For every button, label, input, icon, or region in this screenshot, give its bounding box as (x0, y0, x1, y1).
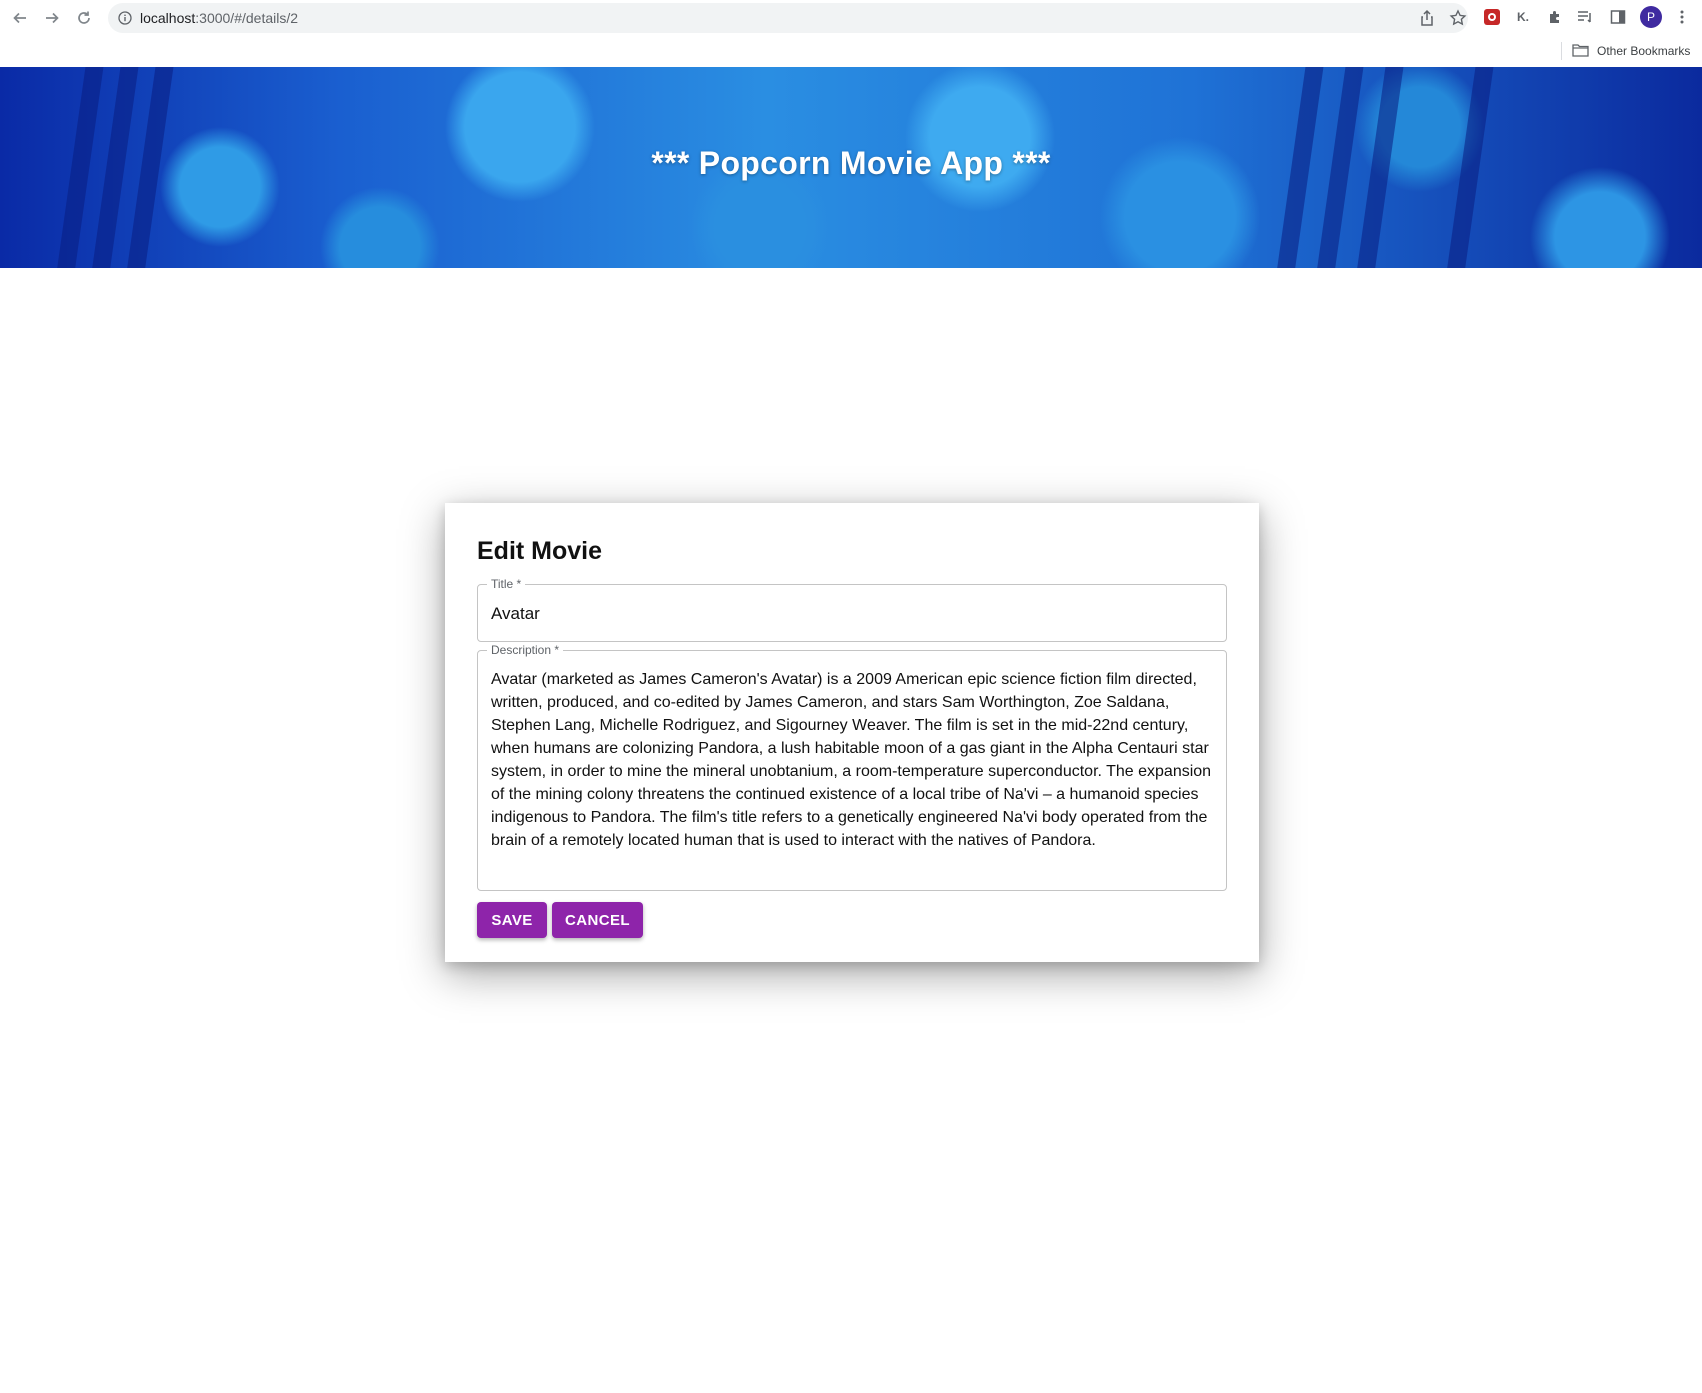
bookmarks-bar: Other Bookmarks (0, 36, 1702, 67)
bookmark-star-icon[interactable] (1449, 9, 1467, 27)
description-input[interactable]: Avatar (marketed as James Cameron's Avat… (491, 668, 1219, 878)
reload-icon[interactable] (72, 6, 96, 30)
profile-avatar[interactable]: P (1640, 6, 1662, 28)
side-panel-icon[interactable] (1608, 7, 1628, 27)
site-info-icon[interactable] (118, 11, 132, 25)
app-title: *** Popcorn Movie App *** (651, 145, 1051, 181)
share-icon[interactable] (1418, 9, 1436, 27)
extension-k-icon[interactable]: K. (1513, 7, 1533, 27)
url-path: :3000/#/details/2 (195, 10, 299, 26)
extensions-puzzle-icon[interactable] (1545, 7, 1565, 27)
back-icon[interactable] (8, 6, 32, 30)
reading-list-icon[interactable] (1576, 7, 1596, 27)
browser-menu-icon[interactable] (1672, 7, 1692, 27)
title-input[interactable] (491, 604, 1191, 624)
url-text: localhost:3000/#/details/2 (140, 10, 298, 26)
other-bookmarks[interactable]: Other Bookmarks (1572, 40, 1690, 62)
forward-icon[interactable] (40, 6, 64, 30)
bookmarks-separator (1561, 42, 1562, 60)
other-bookmarks-label: Other Bookmarks (1597, 44, 1691, 58)
browser-toolbar: localhost:3000/#/details/2 K. P (0, 0, 1702, 36)
description-label: Description * (491, 643, 560, 657)
title-label: Title * (491, 577, 522, 591)
address-bar[interactable]: localhost:3000/#/details/2 (108, 3, 1468, 33)
description-field: Description * Avatar (marketed as James … (477, 644, 1227, 891)
url-host: localhost (140, 10, 196, 26)
form-heading: Edit Movie (477, 537, 603, 565)
extension-red-icon[interactable] (1482, 7, 1502, 27)
cancel-button[interactable]: CANCEL (552, 902, 643, 938)
folder-icon (1572, 43, 1589, 60)
header-banner: *** Popcorn Movie App *** (0, 67, 1702, 268)
save-button[interactable]: SAVE (477, 902, 547, 938)
browser-chrome: localhost:3000/#/details/2 K. P Other Bo… (0, 0, 1702, 67)
title-field: Title * (477, 578, 1227, 642)
